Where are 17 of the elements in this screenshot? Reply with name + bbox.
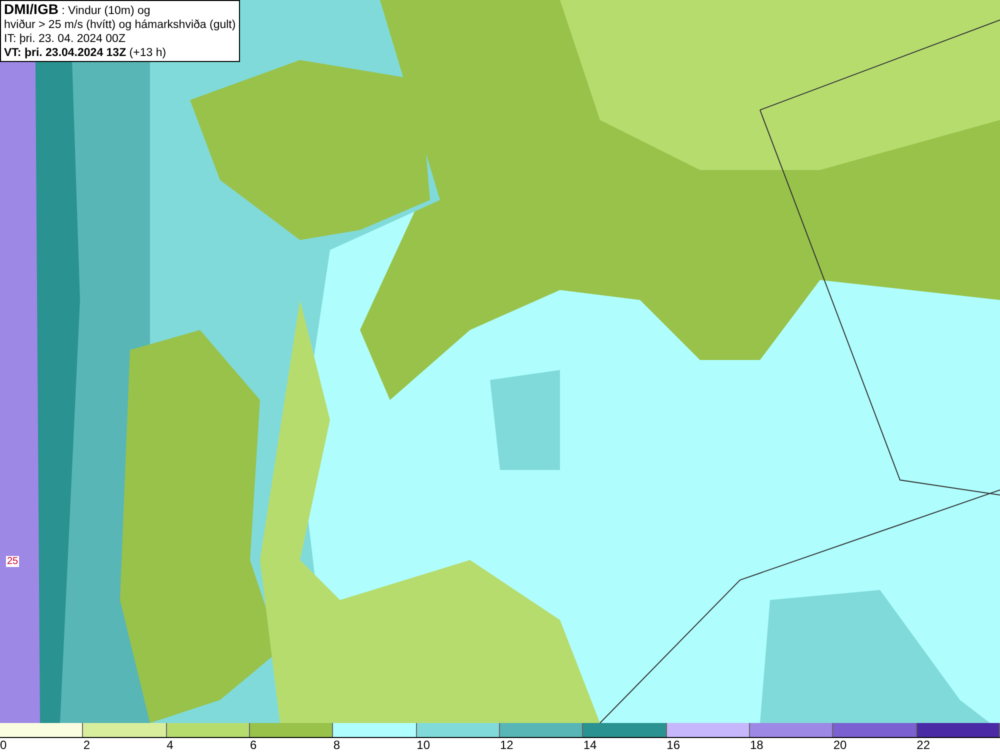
legend-label: 10 bbox=[416, 738, 430, 753]
legend-label: 20 bbox=[833, 738, 847, 753]
map-info-text: VT: þri. 23.04.2024 13Z (+13 h) bbox=[4, 46, 168, 60]
legend-label: 22 bbox=[916, 738, 930, 753]
legend-label: 16 bbox=[666, 738, 680, 753]
legend-label: 0 bbox=[0, 738, 7, 753]
legend-label: 4 bbox=[166, 738, 174, 753]
legend-label: 6 bbox=[250, 738, 257, 753]
legend-label: 14 bbox=[583, 738, 597, 753]
map-info-text: DMI/IGB : Vindur (10m) og bbox=[4, 2, 152, 18]
legend-label: 18 bbox=[750, 738, 764, 753]
contour-label: 25 bbox=[6, 556, 20, 567]
legend-label: 12 bbox=[500, 738, 514, 753]
legend-label: 2 bbox=[83, 738, 90, 753]
map-info-text: hviður > 25 m/s (hvítt) og hámarkshviða (gult) bbox=[4, 18, 236, 32]
map-info-text: IT: þri. 23. 04. 2024 00Z bbox=[4, 32, 126, 46]
legend-label: 8 bbox=[333, 738, 340, 753]
